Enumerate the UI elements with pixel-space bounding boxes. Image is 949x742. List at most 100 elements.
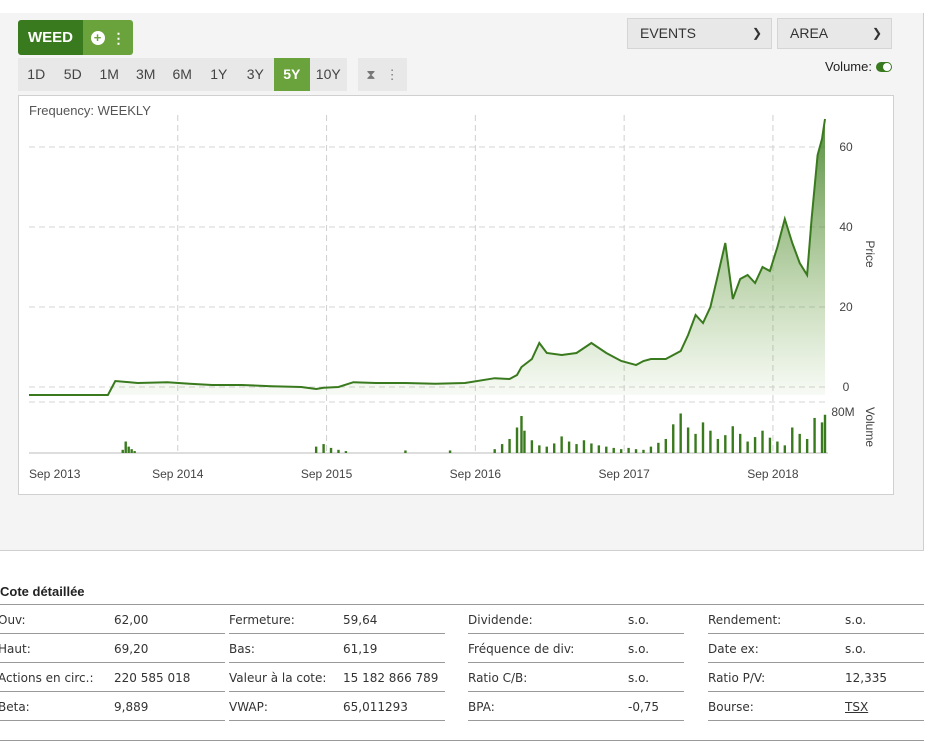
volume-bar: [791, 427, 794, 453]
volume-bar: [746, 441, 749, 453]
quote-value: s.o.: [628, 671, 650, 685]
volume-bar: [520, 416, 523, 453]
row-divider: [708, 662, 924, 663]
quote-label: Bas:: [229, 642, 255, 656]
row-divider: [229, 691, 445, 692]
x-tick-label: Sep 2014: [152, 467, 204, 481]
x-tick-label: Sep 2018: [747, 467, 799, 481]
volume-bar: [337, 449, 340, 453]
quote-label: Ratio C/B:: [468, 671, 528, 685]
volume-bar: [776, 441, 779, 453]
volume-max-label: 80M: [831, 405, 854, 419]
volume-bar: [627, 447, 630, 453]
volume-bar: [127, 446, 130, 453]
volume-bar: [344, 451, 348, 453]
row-divider: [229, 720, 445, 721]
quote-value: 62,00: [114, 613, 149, 627]
quote-value: 12,335: [845, 671, 887, 685]
volume-bar: [672, 424, 675, 453]
quote-label: Bourse:: [708, 700, 754, 714]
volume-bar: [709, 430, 712, 453]
row-divider: [708, 691, 924, 692]
row-divider: [708, 633, 924, 634]
row-divider: [468, 633, 684, 634]
x-tick-label: Sep 2016: [450, 467, 502, 481]
volume-bar: [597, 445, 601, 453]
quote-label: VWAP:: [229, 700, 268, 714]
divider: [0, 740, 924, 741]
volume-bar: [761, 430, 764, 453]
volume-bar: [590, 443, 593, 453]
volume-bar: [753, 437, 757, 453]
volume-bar: [538, 445, 541, 453]
volume-bar: [523, 430, 526, 453]
volume-bar: [768, 437, 772, 453]
volume-bar: [619, 449, 623, 453]
volume-bar: [133, 451, 136, 453]
x-tick-label: Sep 2013: [29, 467, 81, 481]
quote-value: 61,19: [343, 642, 378, 656]
volume-bar: [448, 450, 452, 453]
volume-bar: [515, 427, 519, 453]
volume-bar: [582, 440, 586, 453]
quote-value: s.o.: [845, 642, 867, 656]
volume-axis-label: Volume: [863, 407, 877, 447]
quote-value: -0,75: [628, 700, 660, 714]
volume-bar: [575, 444, 578, 453]
y-tick-label: 60: [839, 140, 853, 154]
quote-label: Ouv:: [0, 613, 26, 627]
quote-value: s.o.: [628, 613, 650, 627]
quote-label: BPA:: [468, 700, 495, 714]
quote-label: Date ex:: [708, 642, 759, 656]
volume-bar: [798, 433, 801, 453]
volume-bar: [694, 433, 697, 453]
volume-bar: [738, 433, 742, 453]
x-tick-label: Sep 2017: [598, 467, 650, 481]
y-tick-label: 40: [839, 220, 853, 234]
volume-bar: [130, 449, 133, 453]
volume-bar: [820, 422, 824, 453]
volume-bar: [567, 441, 571, 453]
price-axis-label: Price: [863, 240, 877, 268]
volume-bar: [121, 449, 124, 453]
row-divider: [468, 662, 684, 663]
volume-bar: [731, 426, 734, 453]
y-tick-label: 20: [839, 300, 853, 314]
volume-bar: [500, 444, 504, 453]
volume-bar: [664, 438, 667, 453]
volume-bar: [783, 445, 787, 453]
quote-label: Fermeture:: [229, 613, 295, 627]
price-chart[interactable]: Sep 2013 Sep 2014 Sep 2015 Sep 2016 Sep 2017…: [0, 0, 949, 742]
row-divider: [708, 720, 924, 721]
volume-bar: [716, 438, 720, 453]
volume-bar: [823, 414, 827, 453]
row-divider: [0, 633, 225, 634]
quote-section-title: Cote détaillée: [0, 584, 85, 599]
quote-value: 9,889: [114, 700, 149, 714]
volume-bar: [805, 438, 809, 453]
volume-bar: [530, 440, 534, 453]
volume-bar: [813, 417, 816, 453]
quote-value[interactable]: TSX: [845, 700, 868, 714]
quote-label: Ratio P/V:: [708, 671, 766, 685]
volume-bar: [634, 449, 638, 453]
price-area-fill: [29, 119, 825, 395]
volume-bar: [124, 441, 127, 453]
quote-value: 15 182 866 789: [343, 671, 439, 685]
volume-bar: [404, 450, 407, 453]
volume-bar: [322, 444, 325, 453]
quote-label: Dividende:: [468, 613, 533, 627]
row-divider: [229, 633, 445, 634]
x-tick-label: Sep 2015: [301, 467, 353, 481]
volume-bar: [553, 443, 556, 453]
quote-value: 220 585 018: [114, 671, 191, 685]
volume-bar: [724, 435, 727, 453]
volume-bar: [657, 442, 660, 453]
row-divider: [468, 691, 684, 692]
volume-bar: [560, 436, 563, 453]
volume-bar: [649, 446, 653, 453]
quote-label: Beta:: [0, 700, 30, 714]
row-divider: [0, 691, 225, 692]
quote-label: Haut:: [0, 642, 31, 656]
quote-value: s.o.: [845, 613, 867, 627]
